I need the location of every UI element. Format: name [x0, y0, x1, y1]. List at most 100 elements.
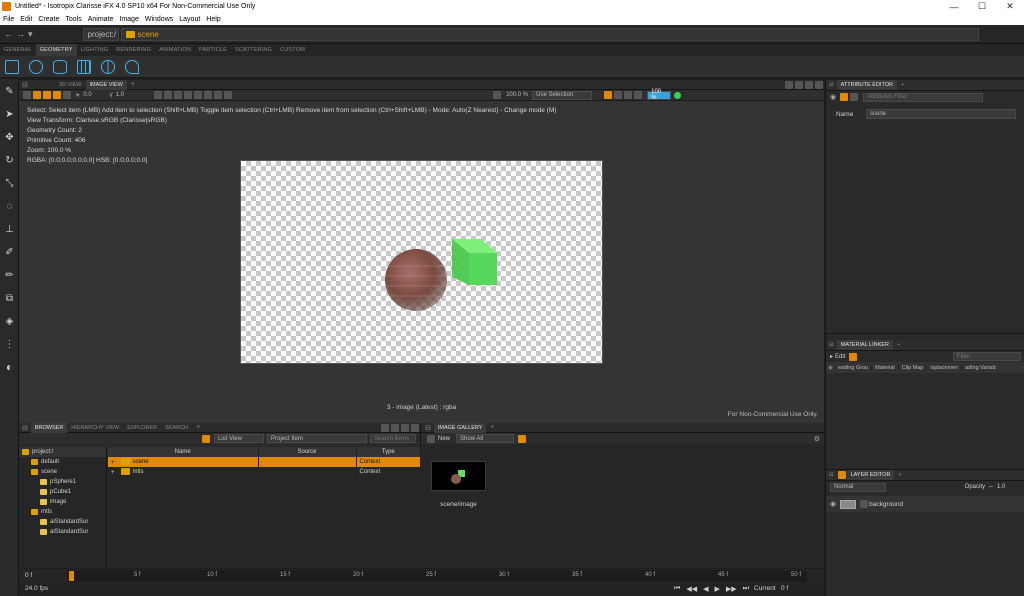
shelf-tab-scattering[interactable]: SCATTERING — [231, 44, 276, 56]
region-icon[interactable] — [63, 91, 71, 99]
panel-close-icon[interactable] — [411, 423, 419, 432]
tab-hierarchy-view[interactable]: HIERARCHY VIEW — [67, 423, 123, 433]
menu-windows[interactable]: Windows — [142, 16, 176, 23]
lock-render-icon[interactable] — [634, 91, 643, 99]
tab-material-linker[interactable]: MATERIAL LINKER — [836, 340, 893, 350]
path-context[interactable]: scene — [120, 27, 979, 41]
first-frame-icon[interactable]: ⏮ — [674, 585, 680, 593]
col-shading-variable[interactable]: ading Variab — [962, 365, 998, 371]
scale-icon[interactable]: ⤡ — [3, 177, 16, 190]
settings-gear-icon[interactable]: ⚙ — [814, 435, 820, 443]
shelf-tab-lighting[interactable]: LIGHTING — [77, 44, 113, 56]
add-tab-icon[interactable]: + — [897, 82, 908, 88]
shelf-tab-animation[interactable]: ANIMATION — [155, 44, 195, 56]
stamp-icon[interactable]: ⊥ — [3, 223, 16, 236]
panel-close-icon[interactable] — [815, 80, 823, 89]
eye-icon[interactable]: ◉ — [830, 93, 836, 101]
minimize-icon[interactable]: — — [940, 2, 968, 12]
tab-browser[interactable]: BROWSER — [30, 422, 68, 433]
col-type[interactable]: Type — [356, 447, 421, 457]
prev-frame-icon[interactable]: ◀ — [703, 585, 708, 593]
panel-split-icon[interactable] — [795, 80, 803, 89]
show-dropdown[interactable]: Show All — [456, 434, 515, 443]
menu-edit[interactable]: Edit — [17, 16, 35, 23]
lock-icon[interactable]: ⊟ — [19, 81, 31, 89]
path-root[interactable]: project:/ — [82, 27, 119, 41]
rotate-icon[interactable]: ↻ — [3, 154, 16, 167]
lut-icon[interactable] — [154, 91, 163, 99]
tree-item[interactable]: mtls — [19, 507, 106, 517]
back-arrow-icon[interactable]: ← — [4, 29, 13, 39]
table-row[interactable]: + mtls Context — [108, 467, 421, 477]
cube-icon[interactable] — [5, 59, 19, 74]
tab-search[interactable]: SEARCH — [161, 423, 192, 433]
add-tab-icon[interactable]: + — [486, 424, 498, 431]
menu-image[interactable]: Image — [116, 16, 141, 23]
dropdown-icon[interactable]: ▾ — [28, 29, 33, 40]
menu-help[interactable]: Help — [203, 16, 223, 23]
measure-icon[interactable]: ⋮ — [3, 338, 16, 351]
close-icon[interactable]: ✕ — [996, 1, 1024, 12]
project-item-dropdown[interactable]: Project Item — [267, 434, 367, 443]
tab-explorer[interactable]: EXPLORER — [123, 423, 161, 433]
compare-icon[interactable] — [43, 91, 51, 99]
eye-icon[interactable]: ◉ — [830, 500, 836, 508]
add-tab-icon[interactable]: + — [893, 342, 904, 348]
panel-layout-icon[interactable] — [381, 423, 389, 432]
col-name[interactable]: Name — [108, 447, 259, 457]
menu-file[interactable]: File — [0, 16, 17, 23]
new-icon[interactable] — [427, 434, 435, 443]
brush-icon[interactable]: ✏ — [3, 269, 16, 282]
stop-icon[interactable] — [624, 91, 633, 99]
name-field[interactable]: scene — [866, 109, 1016, 119]
tree-item[interactable]: image — [19, 497, 106, 507]
menu-icon[interactable] — [23, 91, 31, 99]
select-arrow-icon[interactable]: ➤ — [3, 108, 16, 121]
lock-icon[interactable]: ⊟ — [826, 342, 837, 348]
tree-item[interactable]: scene — [19, 467, 106, 477]
col-source[interactable]: Source — [258, 447, 357, 457]
crop-icon[interactable] — [224, 91, 233, 99]
material-filter-input[interactable]: Filter — [953, 352, 1021, 361]
edit-label[interactable]: Edit — [835, 354, 845, 360]
next-frame-icon[interactable]: ▶▶ — [726, 585, 737, 593]
grid-icon[interactable] — [77, 59, 91, 74]
exposure-value[interactable]: 0.0 — [83, 92, 91, 98]
timeline-ruler[interactable]: 0 f 5 f 10 f 15 f 20 f 25 f 30 f 35 f 40 f 45 f5… — [19, 569, 824, 583]
zoom-dropdown[interactable]: 100 % — [647, 89, 672, 101]
globe-icon[interactable] — [101, 59, 115, 74]
prev-key-icon[interactable]: ◀◀ — [686, 585, 697, 593]
zoom-icon[interactable] — [493, 91, 502, 99]
spiral-icon[interactable] — [125, 59, 139, 74]
gamma-value[interactable]: 1.0 — [116, 92, 124, 98]
shelf-tab-geometry[interactable]: GEOMETRY — [35, 44, 77, 56]
tab-image-gallery[interactable]: IMAGE GALLERY — [433, 422, 487, 433]
search-items-input[interactable]: Search items — [370, 434, 416, 443]
pause-icon[interactable] — [614, 91, 623, 99]
add-tab-icon[interactable]: + — [894, 472, 905, 478]
tab-image-view[interactable]: IMAGE VIEW — [85, 79, 127, 90]
material-assign-icon[interactable] — [849, 352, 858, 361]
snapshot-icon[interactable] — [33, 91, 41, 99]
add-tab-icon[interactable]: + — [192, 424, 204, 431]
tree-item[interactable]: default — [19, 457, 106, 467]
color-swatch-icon[interactable]: ◐ — [3, 361, 16, 374]
col-displacement[interactable]: isplacemen — [927, 364, 963, 371]
timeline-track[interactable]: 5 f 10 f 15 f 20 f 25 f 30 f 35 f 40 f 45 f 50 f — [67, 570, 807, 582]
paint-icon[interactable]: ✐ — [3, 246, 16, 259]
col-clip-map[interactable]: Clip Map — [899, 364, 928, 371]
playhead[interactable] — [69, 571, 74, 581]
eye-icon[interactable]: ◉ — [826, 365, 835, 371]
lock-icon[interactable]: ⊟ — [19, 424, 31, 432]
panel-layout-icon[interactable] — [785, 80, 793, 89]
history-icon[interactable] — [174, 91, 183, 99]
refresh-icon[interactable] — [164, 91, 173, 99]
opacity-value[interactable]: 1.0 — [997, 484, 1021, 490]
current-frame-value[interactable]: 0 f — [781, 585, 788, 592]
fit-icon[interactable] — [214, 91, 223, 99]
tab-3d-view[interactable]: 3D VIEW — [55, 80, 86, 90]
menu-layout[interactable]: Layout — [176, 16, 203, 23]
tree-item[interactable]: pCube1 — [19, 487, 106, 497]
lock-icon[interactable]: ⊟ — [422, 424, 434, 432]
layer-options-icon[interactable] — [837, 471, 846, 479]
